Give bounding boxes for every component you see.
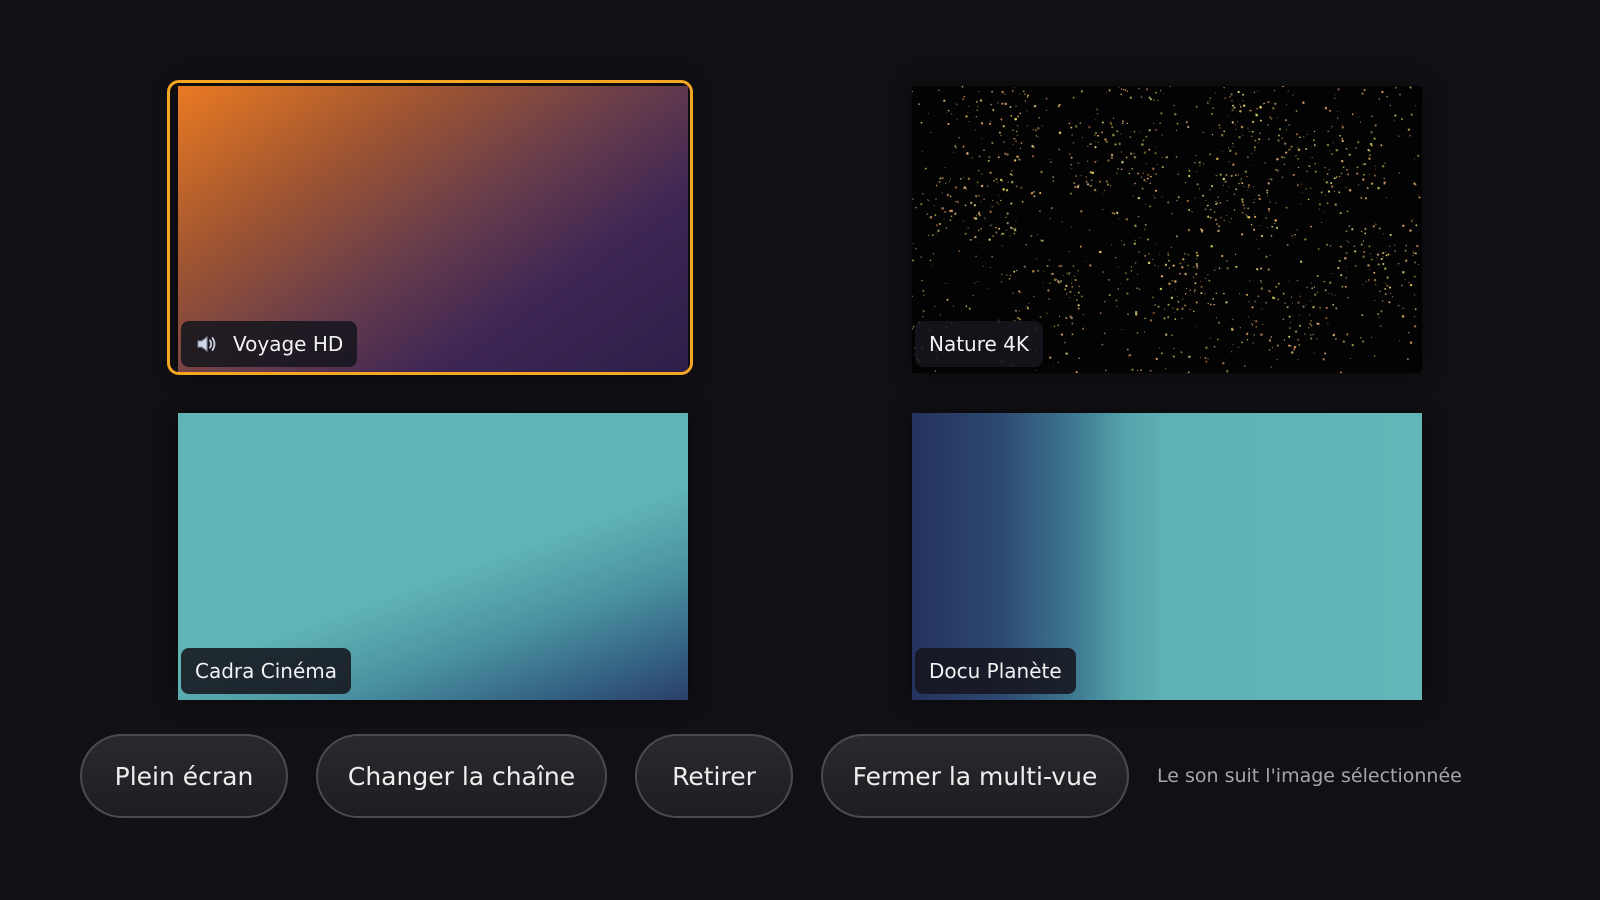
multiview-controls: Plein écran Changer la chaîne Retirer Fe…: [80, 733, 1462, 819]
fullscreen-button[interactable]: Plein écran: [80, 734, 288, 818]
channel-label: Cadra Cinéma: [181, 648, 351, 694]
multiview-tile-nature-4k[interactable]: Nature 4K: [912, 86, 1422, 373]
multiview-tile-voyage-hd[interactable]: Voyage HD: [178, 86, 688, 373]
channel-name: Voyage HD: [233, 332, 344, 356]
audio-hint: Le son suit l'image sélectionnée: [1157, 765, 1462, 787]
close-multiview-button[interactable]: Fermer la multi-vue: [821, 734, 1129, 818]
multiview-tile-cadra-cinema[interactable]: Cadra Cinéma: [178, 413, 688, 700]
change-channel-button[interactable]: Changer la chaîne: [316, 734, 607, 818]
channel-name: Nature 4K: [929, 332, 1030, 356]
speaker-icon: [195, 333, 219, 355]
channel-label: Nature 4K: [915, 321, 1044, 367]
remove-button[interactable]: Retirer: [635, 734, 793, 818]
channel-label: Voyage HD: [181, 321, 358, 367]
channel-name: Docu Planète: [929, 659, 1062, 683]
channel-name: Cadra Cinéma: [195, 659, 337, 683]
multiview-screen: Voyage HD Nature 4K Cadra Cinéma Docu Pl…: [0, 0, 1600, 900]
channel-label: Docu Planète: [915, 648, 1076, 694]
multiview-tile-docu-planete[interactable]: Docu Planète: [912, 413, 1422, 700]
